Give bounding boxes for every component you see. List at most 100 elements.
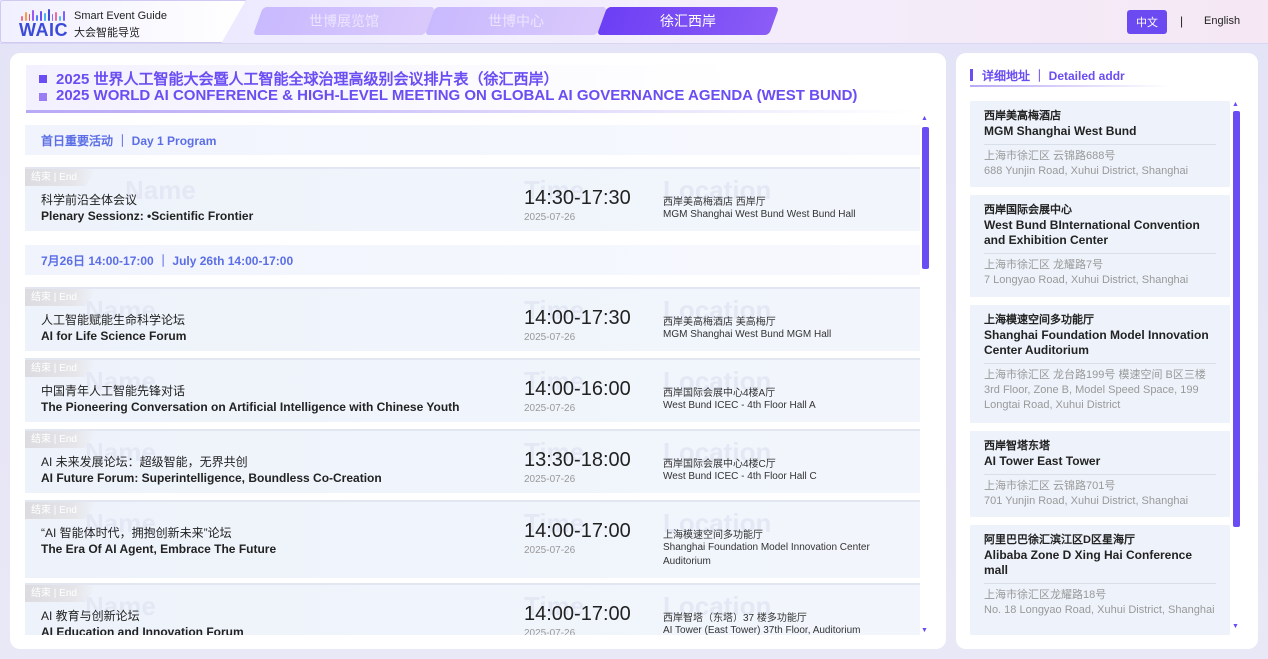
event-row[interactable]: Name Time Location 结束 | End AI 教育与创新论坛 A… <box>25 583 920 635</box>
section-header: 7月26日 14:00-17:00 ｜ July 26th 14:00-17:0… <box>25 245 920 275</box>
tab-expo-center[interactable]: 世博中心 <box>424 7 608 35</box>
page-title: 2025 世界人工智能大会暨人工智能全球治理高级别会议排片表（徐汇西岸） 202… <box>26 65 918 113</box>
scrollbar-thumb[interactable] <box>922 127 929 269</box>
status-badge: 结束 | End <box>25 431 97 448</box>
event-row[interactable]: Name Time Location 结束 | End AI 未来发展论坛：超级… <box>25 429 920 493</box>
event-date: 2025-07-26 <box>524 332 576 343</box>
venue-address-zh: 上海市徐汇区龙耀路18号 <box>984 589 1107 601</box>
event-location-zh: 西岸国际会展中心4楼C厅 <box>663 459 776 470</box>
address-card[interactable]: 西岸智塔东塔 AI Tower East Tower 上海市徐汇区 云锦路701… <box>970 431 1230 517</box>
event-time: 13:30-18:00 <box>524 449 631 471</box>
event-name-en: The Era Of AI Agent, Embrace The Future <box>41 542 277 556</box>
title-bullet-icon <box>39 75 47 83</box>
venue-address-en: No. 18 Longyao Road, Xuhui District, Sha… <box>984 604 1215 616</box>
agenda-list[interactable]: 首日重要活动 ｜ Day 1 Program Name Time Locatio… <box>25 123 920 635</box>
event-row[interactable]: Name Time Location 结束 | End 人工智能赋能生命科学论坛… <box>25 287 920 351</box>
scroll-down-icon[interactable]: ▼ <box>1232 623 1239 630</box>
event-name-zh: “AI 智能体时代，拥抱创新未来”论坛 <box>41 526 232 540</box>
event-location-en: West Bund ICEC - 4th Floor Hall A <box>663 400 816 411</box>
address-header: 详细地址 ｜ Detailed addr <box>970 65 1170 87</box>
event-time: 14:00-17:00 <box>524 520 631 542</box>
lang-en-button[interactable]: English <box>1204 15 1240 27</box>
venue-address-en: 701 Yunjin Road, Xuhui District, Shangha… <box>984 495 1189 507</box>
event-location-zh: 上海模速空间多功能厅 <box>663 530 763 541</box>
lang-zh-button[interactable]: 中文 <box>1127 10 1167 34</box>
title-zh: 2025 世界人工智能大会暨人工智能全球治理高级别会议排片表（徐汇西岸） <box>56 71 559 88</box>
scroll-up-icon[interactable]: ▲ <box>921 115 928 122</box>
venue-name-en: Shanghai Foundation Model Innovation Cen… <box>984 328 1209 357</box>
agenda-scrollbar[interactable]: ▲ ▼ <box>921 115 929 635</box>
event-date: 2025-07-26 <box>524 474 576 485</box>
lang-separator: | <box>1180 14 1184 28</box>
divider <box>984 253 1216 254</box>
event-time: 14:30-17:30 <box>524 187 631 209</box>
event-row[interactable]: Name Time Location 结束 | End 科学前沿全体会议 Ple… <box>25 167 920 231</box>
divider <box>984 474 1216 475</box>
event-location-zh: 西岸国际会展中心4楼A厅 <box>663 388 776 399</box>
scroll-up-icon[interactable]: ▲ <box>1232 101 1239 108</box>
event-name-en: AI for Life Science Forum <box>41 329 187 343</box>
event-date: 2025-07-26 <box>524 628 576 635</box>
address-card[interactable]: 上海模速空间多功能厅 Shanghai Foundation Model Inn… <box>970 305 1230 423</box>
venue-address-zh: 上海市徐汇区 云锦路688号 <box>984 150 1116 162</box>
event-location-en: Shanghai Foundation Model Innovation Cen… <box>663 542 870 567</box>
venue-name-zh: 西岸美高梅酒店 <box>984 110 1061 122</box>
status-badge: 结束 | End <box>25 585 97 602</box>
event-location-en: West Bund ICEC - 4th Floor Hall C <box>663 471 817 482</box>
agenda-panel: 2025 世界人工智能大会暨人工智能全球治理高级别会议排片表（徐汇西岸） 202… <box>10 53 946 649</box>
address-card[interactable]: 西岸美高梅酒店 MGM Shanghai West Bund 上海市徐汇区 云锦… <box>970 101 1230 187</box>
event-name-en: AI Education and Innovation Forum <box>41 625 244 635</box>
event-name-zh: 科学前沿全体会议 <box>41 193 138 207</box>
address-scrollbar[interactable]: ▲ ▼ <box>1232 101 1240 631</box>
event-date: 2025-07-26 <box>524 545 576 556</box>
event-name-zh: 中国青年人工智能先锋对话 <box>41 384 186 398</box>
address-panel: 详细地址 ｜ Detailed addr 西岸美高梅酒店 MGM Shangha… <box>956 53 1258 649</box>
event-name-en: The Pioneering Conversation on Artificia… <box>41 400 460 414</box>
event-location-zh: 西岸智塔（东塔）37 楼多功能厅 <box>663 613 807 624</box>
tab-label: 徐汇西岸 <box>660 13 716 29</box>
logo-title-en: Smart Event Guide <box>74 10 167 22</box>
event-name-en: AI Future Forum: Superintelligence, Boun… <box>41 471 382 485</box>
venue-name-en: West Bund BInternational Convention and … <box>984 218 1200 247</box>
event-location-zh: 西岸美高梅酒店 美高梅厅 <box>663 317 776 328</box>
address-card[interactable]: 西岸国际会展中心 West Bund BInternational Conven… <box>970 195 1230 297</box>
address-header-label: 详细地址 ｜ Detailed addr <box>982 68 1125 83</box>
title-bullet-icon <box>39 93 47 101</box>
venue-address-zh: 上海市徐汇区 龙台路199号 模速空间 B区三楼 <box>984 369 1206 381</box>
event-name-zh: 人工智能赋能生命科学论坛 <box>41 313 186 327</box>
event-row[interactable]: Name Time Location 结束 | End 中国青年人工智能先锋对话… <box>25 358 920 422</box>
event-time: 14:00-17:30 <box>524 307 631 329</box>
scrollbar-thumb[interactable] <box>1233 111 1240 527</box>
logo[interactable]: WAIC Smart Event Guide 大会智能导览 <box>0 0 246 43</box>
status-badge: 结束 | End <box>25 502 97 519</box>
tab-west-bund[interactable]: 徐汇西岸 <box>596 7 780 35</box>
event-row[interactable]: Name Time Location 结束 | End “AI 智能体时代，拥抱… <box>25 500 920 578</box>
venue-name-zh: 西岸智塔东塔 <box>984 440 1050 452</box>
scroll-down-icon[interactable]: ▼ <box>921 627 928 634</box>
status-badge: 结束 | End <box>25 360 97 377</box>
event-date: 2025-07-26 <box>524 403 576 414</box>
venue-address-zh: 上海市徐汇区 龙耀路7号 <box>984 259 1104 271</box>
event-location-en: MGM Shanghai West Bund MGM Hall <box>663 329 832 340</box>
venue-name-en: MGM Shanghai West Bund <box>984 124 1137 138</box>
address-card[interactable]: 阿里巴巴徐汇滨江区D区星海厅 Alibaba Zone D Xing Hai C… <box>970 525 1230 635</box>
section-header: 首日重要活动 ｜ Day 1 Program <box>25 125 920 155</box>
venue-address-en: 3rd Floor, Zone B, Model Speed Space, 19… <box>984 384 1199 411</box>
tab-label: 世博展览馆 <box>309 13 379 29</box>
address-list[interactable]: 西岸美高梅酒店 MGM Shanghai West Bund 上海市徐汇区 云锦… <box>970 99 1230 635</box>
divider <box>984 144 1216 145</box>
tab-expo-hall[interactable]: 世博展览馆 <box>252 7 436 35</box>
status-badge: 结束 | End <box>25 289 97 306</box>
event-location-en: AI Tower (East Tower) 37th Floor, Audito… <box>663 625 861 635</box>
venue-address-en: 7 Longyao Road, Xuhui District, Shanghai <box>984 274 1189 286</box>
top-bar: WAIC Smart Event Guide 大会智能导览 世博展览馆 世博中心… <box>0 0 1268 44</box>
event-name-zh: AI 教育与创新论坛 <box>41 609 140 623</box>
status-badge: 结束 | End <box>25 169 97 186</box>
event-time: 14:00-16:00 <box>524 378 631 400</box>
logo-title-zh: 大会智能导览 <box>74 27 140 39</box>
header-bar-icon <box>970 69 973 81</box>
event-time: 14:00-17:00 <box>524 603 631 625</box>
venue-name-zh: 上海模速空间多功能厅 <box>984 314 1094 326</box>
event-name-zh: AI 未来发展论坛：超级智能，无界共创 <box>41 455 248 469</box>
venue-name-en: AI Tower East Tower <box>984 454 1101 468</box>
